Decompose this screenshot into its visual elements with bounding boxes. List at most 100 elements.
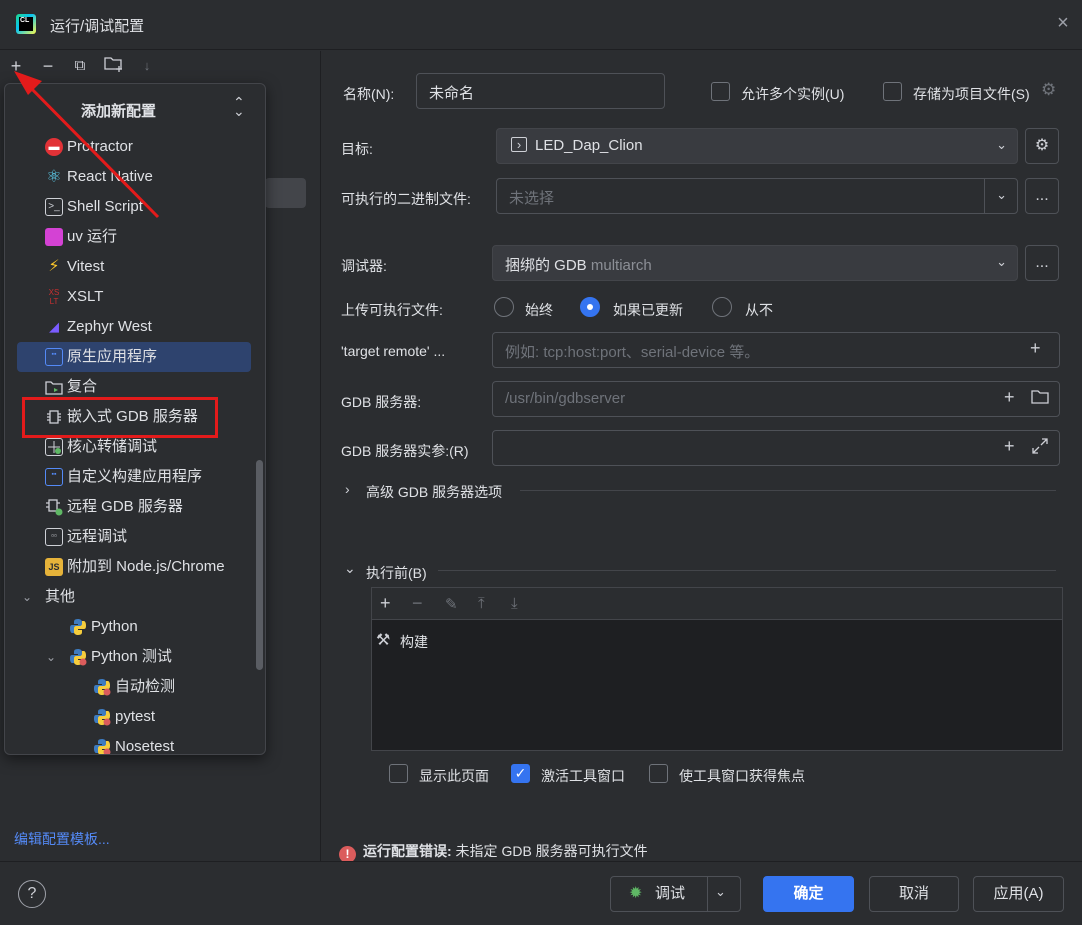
- target-icon: ›: [511, 137, 527, 152]
- remote-debug-icon: ▫▫: [45, 528, 63, 546]
- remote-gdb-icon: [45, 498, 63, 516]
- ok-button[interactable]: 确定: [763, 876, 854, 912]
- list-item-autodetect[interactable]: 自动检测: [5, 672, 255, 702]
- gear-icon[interactable]: ⚙: [1041, 80, 1056, 100]
- selected-config-row[interactable]: [265, 178, 306, 208]
- store-project-checkbox[interactable]: [883, 82, 902, 101]
- python-icon: [93, 678, 111, 696]
- advanced-options-toggle[interactable]: 高级 GDB 服务器选项: [366, 482, 502, 502]
- plus-icon[interactable]: +: [1004, 436, 1015, 457]
- focus-tool-label: 使工具窗口获得焦点: [679, 768, 805, 784]
- list-item-python[interactable]: Python: [5, 612, 255, 642]
- list-item-vitest[interactable]: ⚡ Vitest: [5, 252, 255, 282]
- bug-icon: ✹: [629, 885, 643, 902]
- edit-task-icon[interactable]: ✎: [445, 595, 458, 613]
- core-dump-icon: [45, 438, 63, 456]
- close-icon[interactable]: ×: [1052, 12, 1074, 34]
- gdb-server-args-label: GDB 服务器实参:(R): [341, 443, 469, 459]
- debug-button[interactable]: ✹ 调试 ⌄: [610, 876, 741, 912]
- compound-icon: [45, 378, 63, 396]
- show-page-label: 显示此页面: [419, 768, 489, 784]
- target-label: 目标:: [341, 141, 373, 157]
- debugger-select[interactable]: 捆绑的 GDB multiarch ⌄: [492, 245, 1018, 281]
- list-item-attach-nodejs[interactable]: JS 附加到 Node.js/Chrome: [5, 552, 255, 582]
- name-label: 名称(N):: [343, 86, 395, 102]
- upload-if-updated-label: 如果已更新: [613, 302, 683, 318]
- move-down-icon[interactable]: ⤓: [511, 595, 518, 612]
- divider: [520, 490, 1056, 491]
- annotation-highlight-box: [22, 397, 218, 438]
- gdb-server-input[interactable]: /usr/bin/gdbserver +: [492, 381, 1060, 417]
- executable-label: 可执行的二进制文件:: [341, 191, 471, 207]
- list-item-remote-debug[interactable]: ▫▫ 远程调试: [5, 522, 255, 552]
- python-icon: [69, 618, 87, 636]
- list-item-xslt[interactable]: XS LT XSLT: [5, 282, 255, 312]
- executable-input[interactable]: 未选择 ⌄: [496, 178, 1018, 214]
- before-launch-item[interactable]: 构建: [400, 632, 428, 652]
- debugger-label: 调试器:: [341, 258, 387, 274]
- remove-task-icon[interactable]: −: [412, 593, 423, 614]
- cancel-button[interactable]: 取消: [869, 876, 959, 912]
- chevron-down-icon[interactable]: ⌄: [22, 582, 32, 612]
- allow-multiple-checkbox[interactable]: [711, 82, 730, 101]
- nodejs-icon: JS: [45, 558, 63, 576]
- zephyr-icon: ◢: [49, 319, 59, 334]
- debugger-browse-button[interactable]: ...: [1025, 245, 1059, 281]
- store-project-label: 存储为项目文件(S): [913, 86, 1030, 102]
- title-bar: [0, 0, 1082, 50]
- group-other[interactable]: ⌄ 其他: [5, 582, 255, 612]
- python-icon: [93, 708, 111, 726]
- before-launch-label[interactable]: 执行前(B): [366, 563, 427, 583]
- chevron-down-icon[interactable]: ⌄: [344, 560, 356, 577]
- target-select[interactable]: › LED_Dap_Clion ⌄: [496, 128, 1018, 164]
- list-item-zephyr-west[interactable]: ◢ Zephyr West: [5, 312, 255, 342]
- list-item-nosetest[interactable]: Nosetest: [5, 732, 255, 754]
- edit-templates-link[interactable]: 编辑配置模板...: [14, 829, 110, 849]
- target-remote-input[interactable]: 例如: tcp:host:port、serial-device 等。 +: [492, 332, 1060, 368]
- chevron-down-icon[interactable]: ⌄: [46, 642, 56, 672]
- gdb-server-args-input[interactable]: +: [492, 430, 1060, 466]
- before-launch-toolbar: + − ✎ ⤒ ⤓: [372, 588, 1062, 620]
- name-input[interactable]: 未命名: [416, 73, 665, 109]
- target-settings-button[interactable]: ⚙: [1025, 128, 1059, 164]
- expand-icon[interactable]: [1031, 437, 1049, 460]
- move-up-icon[interactable]: ⤒: [478, 595, 485, 612]
- folder-icon[interactable]: [1031, 389, 1049, 410]
- annotation-arrow: [14, 71, 160, 219]
- native-app-icon: ▪▪: [45, 348, 63, 366]
- show-page-checkbox[interactable]: [389, 764, 408, 783]
- plus-icon[interactable]: +: [1004, 387, 1015, 408]
- popup-scrollbar[interactable]: [256, 460, 263, 670]
- activate-tool-label: 激活工具窗口: [541, 768, 625, 784]
- list-item-custom-build[interactable]: ▪▪ 自定义构建应用程序: [5, 462, 255, 492]
- help-icon[interactable]: ?: [18, 880, 46, 908]
- custom-build-icon: ▪▪: [45, 468, 63, 486]
- list-item-remote-gdb-server[interactable]: 远程 GDB 服务器: [5, 492, 255, 522]
- chevron-down-icon: ⌄: [996, 254, 1007, 269]
- add-task-icon[interactable]: +: [380, 593, 391, 614]
- list-item-pytest[interactable]: pytest: [5, 702, 255, 732]
- group-python-tests[interactable]: ⌄ Python 测试: [5, 642, 255, 672]
- upload-always-radio[interactable]: [494, 297, 514, 317]
- upload-never-radio[interactable]: [712, 297, 732, 317]
- python-icon: [93, 738, 111, 754]
- chevron-right-icon[interactable]: ›: [345, 481, 350, 497]
- executable-browse-button[interactable]: ...: [1025, 178, 1059, 214]
- chevron-down-icon[interactable]: ⌄: [996, 187, 1007, 203]
- error-message: ! 运行配置错误: 未指定 GDB 服务器可执行文件: [339, 841, 648, 863]
- upload-label: 上传可执行文件:: [341, 302, 443, 318]
- apply-button[interactable]: 应用(A): [973, 876, 1064, 912]
- divider: [438, 570, 1056, 571]
- python-icon: [69, 648, 87, 666]
- upload-if-updated-radio[interactable]: [580, 297, 600, 317]
- collapse-icon[interactable]: ⌃ ⌄: [233, 95, 245, 118]
- plus-icon[interactable]: +: [1030, 338, 1041, 359]
- window-title: 运行/调试配置: [50, 18, 145, 35]
- chevron-down-icon[interactable]: ⌄: [715, 875, 726, 909]
- activate-tool-checkbox[interactable]: ✓: [511, 764, 530, 783]
- xslt-icon: XS LT: [48, 288, 60, 306]
- focus-tool-checkbox[interactable]: [649, 764, 668, 783]
- upload-never-label: 从不: [745, 302, 773, 318]
- list-item-native-app[interactable]: ▪▪ 原生应用程序: [17, 342, 251, 372]
- hammer-icon: ⚒: [376, 632, 391, 649]
